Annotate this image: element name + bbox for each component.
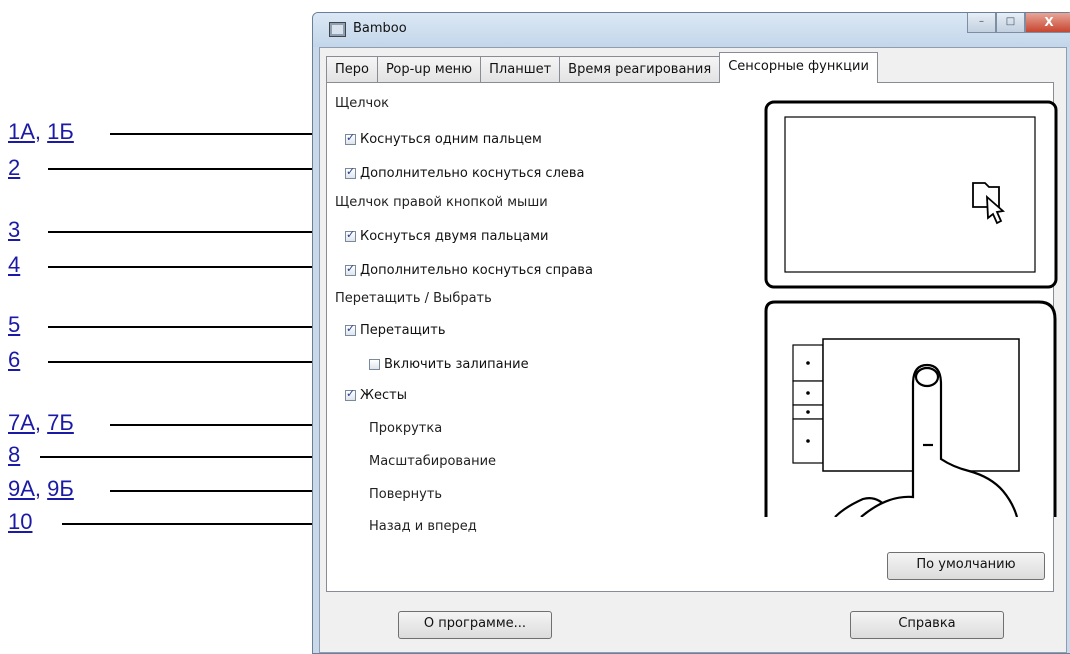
gesture-zoom-label: Масштабирование (369, 454, 497, 469)
checkbox-label: Перетащить (360, 323, 446, 338)
tab-tablet[interactable]: Планшет (480, 56, 560, 83)
checkbox-label: Коснуться двумя пальцами (360, 229, 549, 244)
leader-line (48, 266, 342, 268)
tap-one-finger-checkbox[interactable]: Коснуться одним пальцем (343, 129, 761, 153)
checkbox-box[interactable] (345, 228, 356, 242)
section-right-click-label: Щелчок правой кнопкой мыши (335, 195, 548, 210)
section-click-label: Щелчок (335, 96, 390, 111)
callout-link-3[interactable]: 3 (8, 217, 20, 242)
leader-line (48, 231, 342, 233)
callout-link-2[interactable]: 2 (8, 155, 20, 180)
leader-line (48, 326, 342, 328)
app-window-icon (329, 22, 346, 37)
gesture-scroll-label: Прокрутка (369, 421, 443, 436)
leader-line (48, 168, 342, 170)
maximize-icon[interactable]: □ (996, 13, 1025, 33)
checkbox-box[interactable] (345, 387, 356, 401)
checkbox-box[interactable] (369, 359, 380, 370)
checkbox-label: Включить залипание (384, 357, 529, 372)
callout-link-8[interactable]: 8 (8, 442, 20, 467)
about-button[interactable]: О программе... (398, 611, 552, 639)
tab-response-time[interactable]: Время реагирования (559, 56, 720, 83)
callout-link-1a[interactable]: 1А (8, 119, 35, 144)
default-button[interactable]: По умолчанию (887, 552, 1045, 580)
bamboo-window: Bamboo – □ X Перо Pop-up меню Планшет Вр… (312, 12, 1070, 654)
callout-4[interactable]: 4 (8, 252, 20, 278)
window-controls: – □ X (967, 13, 1070, 35)
checkbox-label: Дополнительно коснуться слева (360, 166, 585, 181)
title-bar[interactable]: Bamboo – □ X (313, 13, 1070, 47)
checkbox-box[interactable] (345, 165, 356, 179)
callout-link-10[interactable]: 10 (8, 509, 32, 534)
gestures-checkbox[interactable]: Жесты (345, 387, 407, 403)
minimize-icon[interactable]: – (967, 13, 996, 33)
section-drag-select-label: Перетащить / Выбрать (335, 291, 492, 306)
callout-link-7b[interactable]: 7Б (47, 410, 74, 435)
callout-7[interactable]: 7А, 7Б (8, 410, 74, 436)
gesture-back-forward-label: Назад и вперед (369, 519, 477, 534)
callout-link-7a[interactable]: 7А (8, 410, 35, 435)
callout-1[interactable]: 1А, 1Б (8, 119, 74, 145)
tab-bar: Перо Pop-up меню Планшет Время реагирова… (326, 52, 878, 83)
gesture-rotate-label: Повернуть (369, 487, 443, 502)
callout-link-4[interactable]: 4 (8, 252, 20, 277)
tab-popup-menu[interactable]: Pop-up меню (376, 56, 481, 83)
tab-pen[interactable]: Перо (326, 56, 377, 83)
checkbox-box[interactable] (345, 262, 356, 276)
callout-10[interactable]: 10 (8, 509, 32, 535)
window-title: Bamboo (353, 21, 407, 36)
callout-6[interactable]: 6 (8, 347, 20, 373)
checkbox-label: Дополнительно коснуться справа (360, 263, 593, 278)
checkbox-box[interactable] (345, 322, 356, 336)
tap-two-fingers-checkbox[interactable]: Коснуться двумя пальцами (345, 228, 549, 244)
callout-5[interactable]: 5 (8, 312, 20, 338)
callout-link-6[interactable]: 6 (8, 347, 20, 372)
callout-2[interactable]: 2 (8, 155, 20, 181)
help-button[interactable]: Справка (850, 611, 1004, 639)
callout-link-9a[interactable]: 9А (8, 476, 35, 501)
drag-checkbox[interactable]: Перетащить (345, 322, 446, 338)
checkbox-label: Коснуться одним пальцем (360, 132, 542, 147)
callout-3[interactable]: 3 (8, 217, 20, 243)
callout-link-5[interactable]: 5 (8, 312, 20, 337)
tablet-illustration (764, 100, 1058, 517)
checkbox-label: Жесты (360, 388, 407, 403)
callout-8[interactable]: 8 (8, 442, 20, 468)
close-icon[interactable]: X (1025, 13, 1070, 33)
tab-touch-functions[interactable]: Сенсорные функции (719, 52, 878, 83)
callout-link-1b[interactable]: 1Б (47, 119, 74, 144)
drag-lock-checkbox[interactable]: Включить залипание (369, 357, 529, 372)
callout-9[interactable]: 9А, 9Б (8, 476, 74, 502)
touch-functions-panel: Щелчок Коснуться одним пальцем Дополните… (326, 82, 1058, 592)
additional-tap-right-checkbox[interactable]: Дополнительно коснуться справа (345, 262, 593, 278)
leader-line (110, 133, 342, 135)
callout-link-9b[interactable]: 9Б (47, 476, 74, 501)
dialog-frame: Перо Pop-up меню Планшет Время реагирова… (319, 47, 1067, 653)
checkbox-box[interactable] (345, 131, 356, 145)
additional-tap-left-checkbox[interactable]: Дополнительно коснуться слева (345, 165, 585, 181)
